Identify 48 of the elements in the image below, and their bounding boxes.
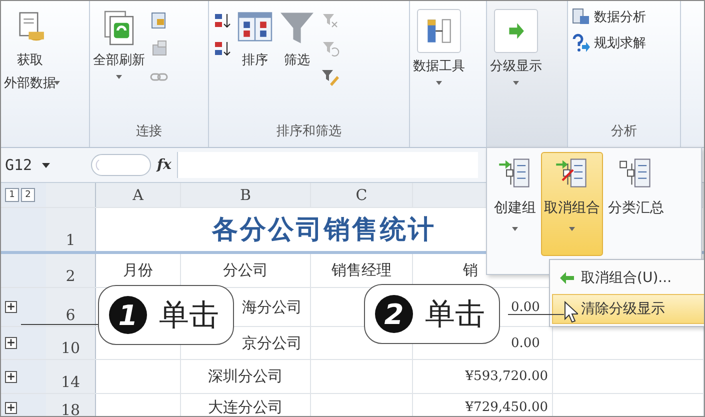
refresh-all-button[interactable]: 全部刷新 bbox=[93, 9, 145, 79]
expand-button[interactable]: + bbox=[5, 402, 17, 414]
outline-command-button[interactable]: 创建组 bbox=[491, 152, 539, 256]
get-external-data-button[interactable]: 获取 外部数据 bbox=[4, 9, 56, 93]
advanced-filter-icon[interactable] bbox=[320, 67, 340, 87]
expand-button[interactable]: + bbox=[5, 337, 17, 349]
menu-item[interactable]: 清除分级显示 bbox=[552, 294, 704, 324]
step-number: 1 bbox=[109, 296, 147, 334]
arrow-right-icon bbox=[494, 9, 538, 53]
question-arrow-icon bbox=[571, 33, 591, 53]
sheet-title: 各分公司销售统计 bbox=[212, 214, 436, 247]
filter-button[interactable]: 筛选 bbox=[278, 9, 316, 70]
formula-input[interactable] bbox=[177, 152, 478, 178]
step-number: 2 bbox=[375, 295, 413, 333]
outline-level-button[interactable]: 2 bbox=[21, 188, 35, 202]
row-header[interactable]: 2 bbox=[46, 254, 96, 287]
data-tools-button[interactable]: 数据工具 bbox=[413, 9, 465, 85]
group-label: 排序和筛选 bbox=[276, 123, 342, 141]
insert-function-button[interactable]: fx bbox=[157, 157, 172, 173]
expand-button[interactable]: + bbox=[5, 301, 17, 313]
row-header[interactable]: 10 bbox=[46, 327, 96, 359]
leader-line bbox=[508, 314, 564, 315]
outline-command-button[interactable]: 分类汇总 bbox=[605, 152, 667, 256]
outline-level-button[interactable]: 1 bbox=[5, 188, 19, 202]
table-cell: 深圳分公司 bbox=[181, 360, 311, 393]
group-label: 连接 bbox=[135, 123, 163, 141]
outline-command-button[interactable]: 取消组合 bbox=[541, 152, 603, 256]
row-header[interactable]: 1 bbox=[46, 208, 96, 251]
group-label: 分析 bbox=[610, 123, 638, 141]
row-header[interactable]: 14 bbox=[46, 360, 96, 393]
formula-controls-icon bbox=[91, 154, 151, 176]
caret-icon bbox=[42, 162, 50, 168]
name-box[interactable]: G12 bbox=[5, 156, 85, 174]
mouse-pointer-icon bbox=[564, 301, 578, 323]
sort-button[interactable]: 排序 bbox=[236, 9, 274, 70]
row-header[interactable]: 6 bbox=[46, 288, 96, 326]
reapply-filter-icon[interactable] bbox=[320, 39, 340, 59]
row-header[interactable]: 18 bbox=[46, 394, 96, 416]
columns-split-icon bbox=[417, 9, 461, 53]
table-cell: ¥593,720.00 bbox=[413, 360, 553, 393]
table-cell: 大连分公司 bbox=[181, 394, 311, 416]
table-chart-icon bbox=[571, 7, 591, 27]
outline-group-button[interactable]: 分级显示 bbox=[487, 1, 568, 147]
table-cell: ¥729,450.00 bbox=[413, 394, 553, 416]
analysis-button[interactable]: 数据分析 bbox=[571, 7, 646, 27]
expand-button[interactable]: + bbox=[5, 370, 17, 382]
menu-item[interactable]: 取消组合(U)... bbox=[552, 262, 704, 292]
analysis-button[interactable]: 规划求解 bbox=[571, 33, 646, 53]
